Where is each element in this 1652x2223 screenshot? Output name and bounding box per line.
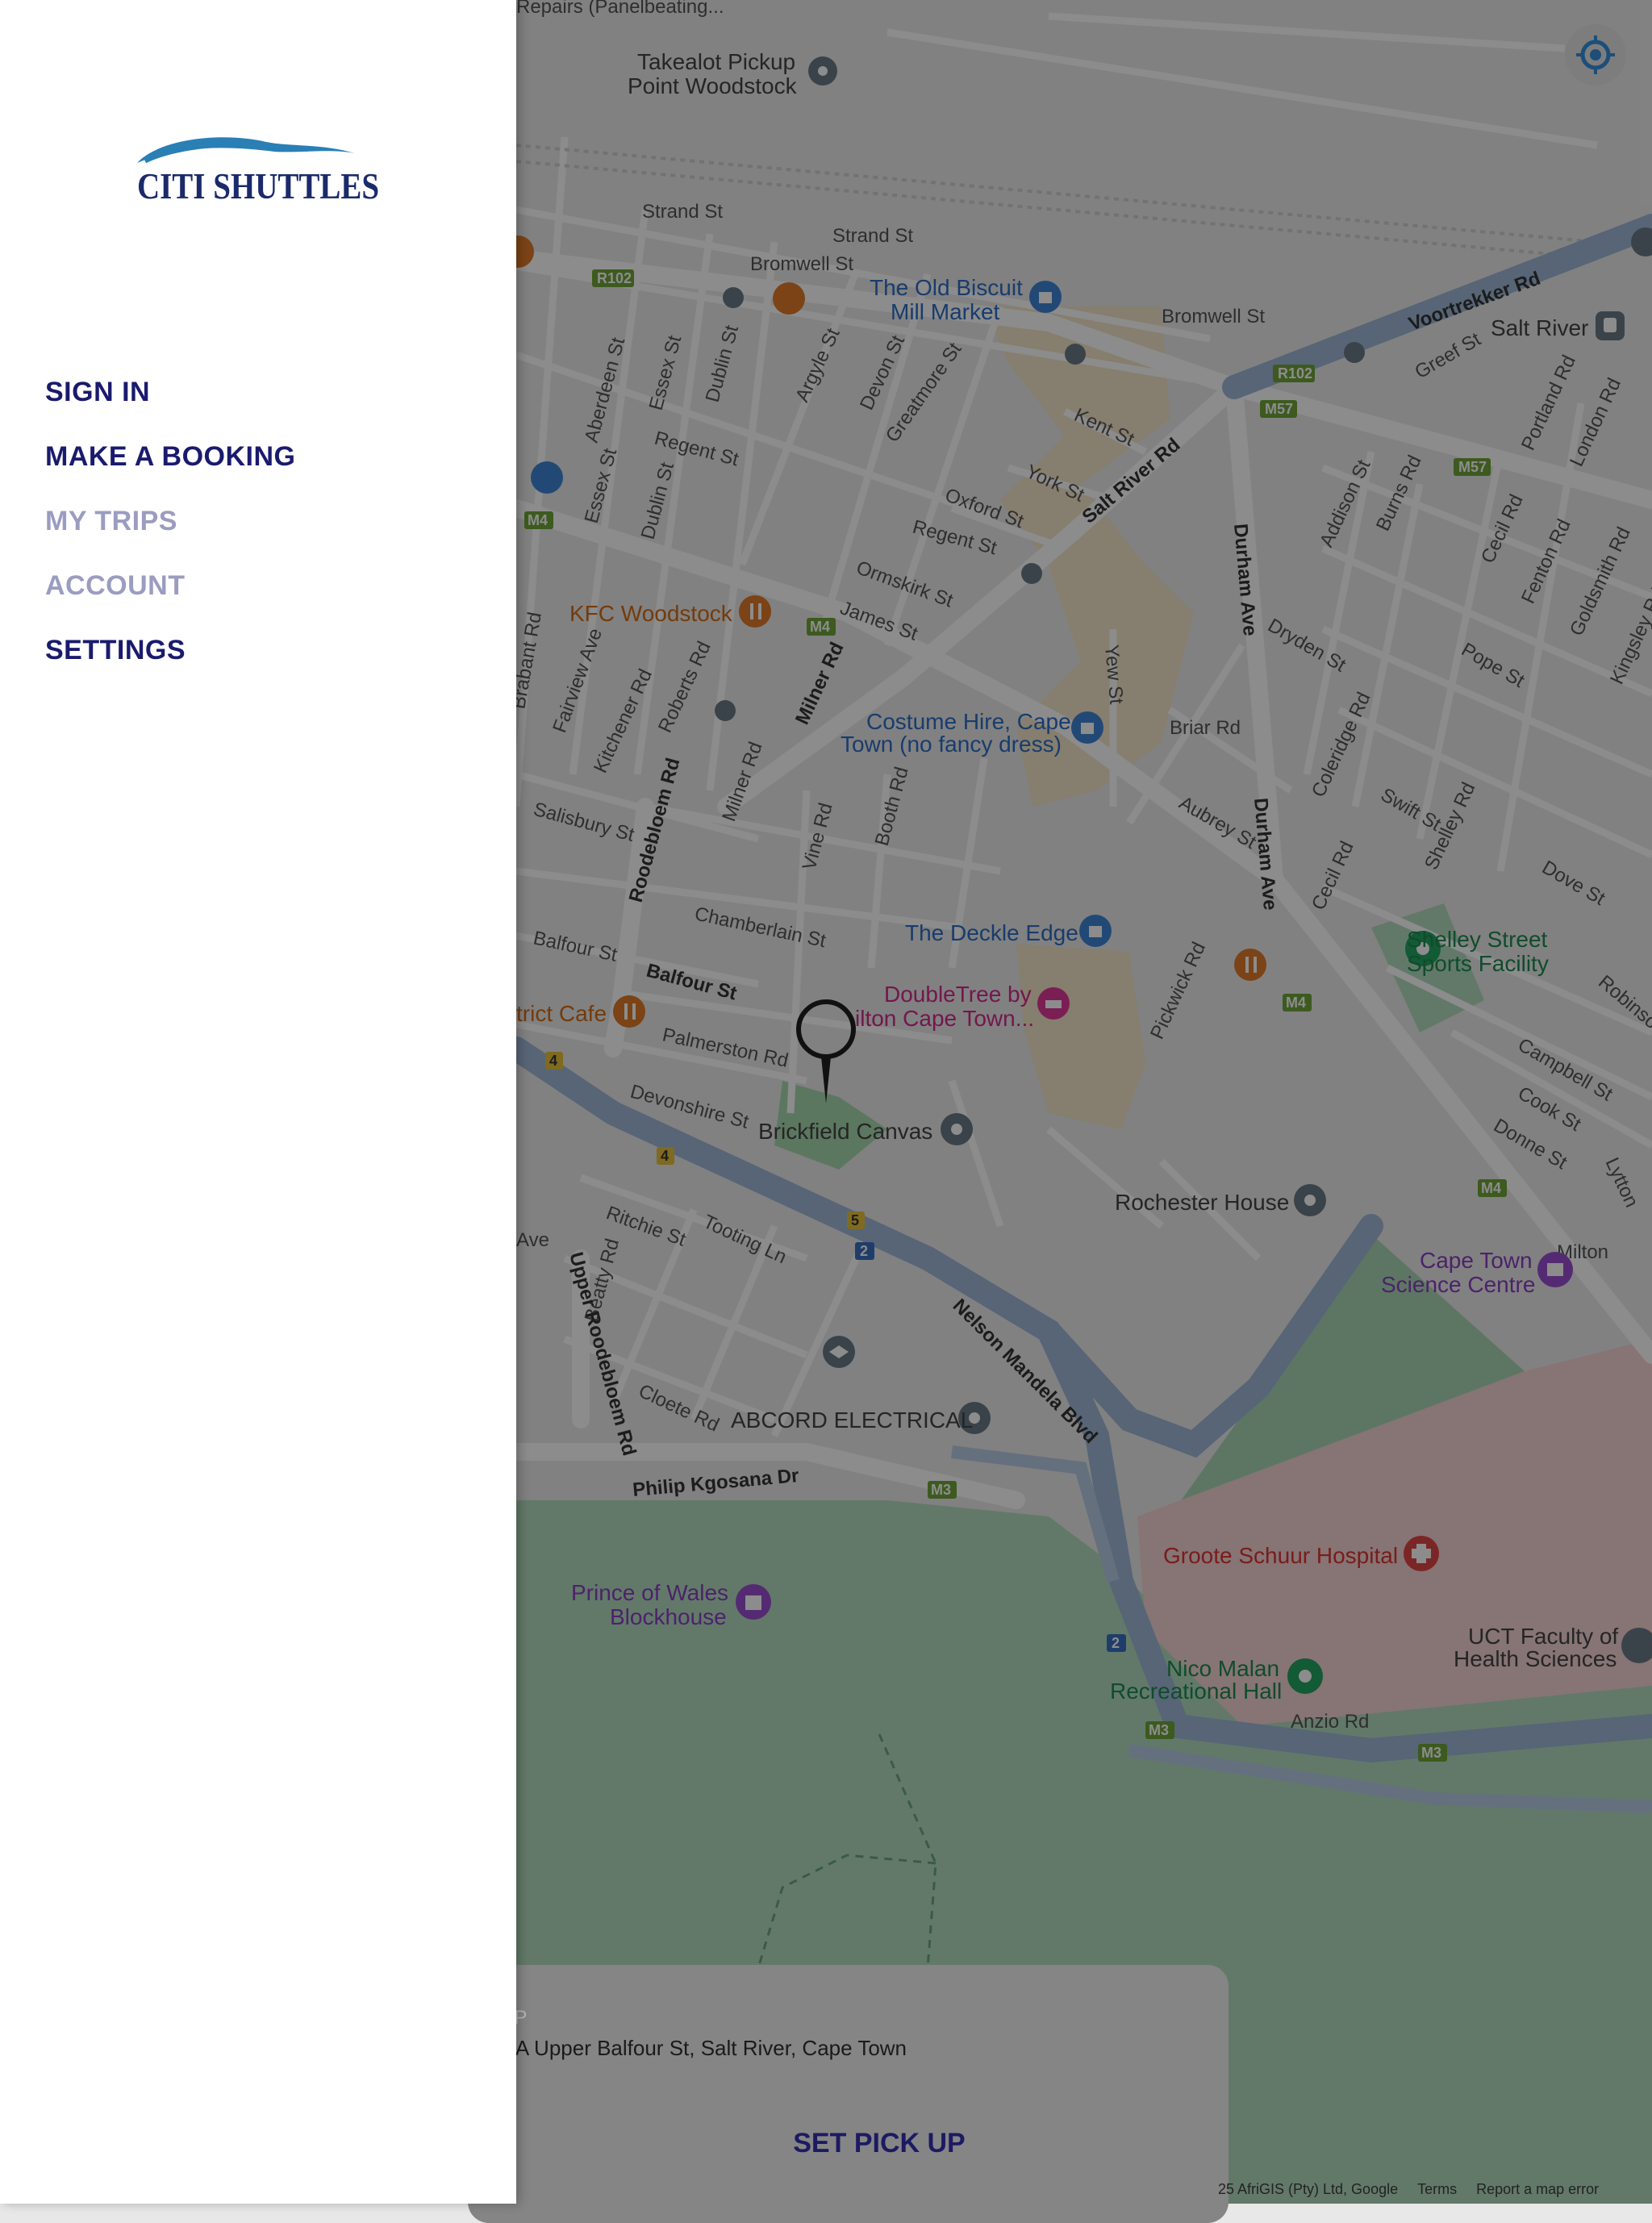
bus-stop-icon — [715, 700, 736, 721]
citi-shuttles-logo: CITI SHUTTLES — [137, 137, 379, 206]
logo-swoosh — [137, 137, 355, 163]
svg-text:Costume Hire, Cape: Costume Hire, Cape — [866, 709, 1071, 734]
svg-text:UCT Faculty of: UCT Faculty of — [1468, 1624, 1618, 1649]
street-label: Strand St — [642, 201, 723, 223]
road-shield: M3 — [931, 1482, 951, 1498]
restaurant-icon — [613, 995, 645, 1028]
logo-wordmark: CITI SHUTTLES — [137, 165, 379, 206]
svg-text:The Old Biscuit: The Old Biscuit — [870, 275, 1023, 300]
street-label: Briar Rd — [1170, 717, 1241, 739]
navigation-drawer: CITI SHUTTLES SIGN IN MAKE A BOOKING MY … — [0, 0, 516, 2204]
svg-text:Sports Facility: Sports Facility — [1407, 951, 1549, 976]
restaurant-icon — [739, 595, 771, 628]
road-shield: M4 — [1286, 995, 1306, 1011]
svg-text:Science Centre: Science Centre — [1381, 1272, 1535, 1297]
svg-text:Shelley Street: Shelley Street — [1407, 927, 1548, 952]
svg-text:Nico Malan: Nico Malan — [1166, 1656, 1279, 1681]
street-label: Anzio Rd — [1291, 1711, 1369, 1733]
svg-text:The Deckle Edge: The Deckle Edge — [905, 920, 1078, 945]
road-shield: 4 — [549, 1053, 557, 1069]
svg-text:DoubleTree by: DoubleTree by — [884, 982, 1032, 1007]
road-shield: M3 — [1421, 1745, 1441, 1761]
my-location-button[interactable] — [1565, 24, 1626, 86]
road-shield: M4 — [1481, 1180, 1501, 1196]
bus-stop-icon — [1344, 342, 1365, 363]
nav-make-a-booking[interactable]: MAKE A BOOKING — [45, 441, 295, 473]
road-shield: R102 — [1278, 365, 1312, 382]
street-label: Bromwell St — [750, 253, 853, 275]
pickup-card: -UP 06A Upper Balfour St, Salt River, Ca… — [468, 1965, 1229, 2223]
poi-salt-river: Salt River — [1491, 311, 1625, 340]
road-shield: M57 — [1458, 459, 1487, 475]
poi-school — [823, 1336, 855, 1368]
street-label: Strand St — [832, 225, 913, 247]
map-center-pin-icon — [796, 999, 856, 1103]
road-shield: 5 — [851, 1212, 859, 1228]
svg-text:trict Cafe: trict Cafe — [516, 1001, 607, 1026]
svg-text:KFC Woodstock: KFC Woodstock — [569, 601, 733, 626]
svg-text:Cape Town: Cape Town — [1420, 1248, 1533, 1273]
shopping-bag-icon — [531, 461, 563, 494]
svg-text:Prince of Wales: Prince of Wales — [571, 1580, 728, 1605]
road-shield: M4 — [810, 619, 830, 635]
street-label: Bromwell St — [1162, 306, 1265, 327]
road-shield: M57 — [1265, 401, 1293, 417]
svg-text:Recreational Hall: Recreational Hall — [1110, 1679, 1282, 1704]
bus-stop-icon — [1065, 344, 1086, 365]
map-terms-link[interactable]: Terms — [1417, 2181, 1457, 2200]
cocktail-icon — [773, 282, 805, 315]
nav-settings[interactable]: SETTINGS — [45, 635, 186, 666]
map-attribution: 25 AfriGIS (Pty) Ltd, Google Terms Repor… — [1218, 2181, 1599, 2200]
poi-shelley-street-sports: Shelley StreetSports Facility — [1405, 927, 1549, 976]
road-shield: 2 — [860, 1243, 868, 1259]
nav-my-trips: MY TRIPS — [45, 506, 177, 536]
svg-text:Mill Market: Mill Market — [891, 299, 1000, 324]
nav-sign-in[interactable]: SIGN IN — [45, 377, 150, 408]
svg-text:Salt River: Salt River — [1491, 315, 1588, 340]
street-label: Repairs (Panelbeating... — [516, 0, 724, 18]
crosshair-icon — [1576, 35, 1615, 74]
svg-text:Takealot Pickup: Takealot Pickup — [637, 49, 795, 74]
nav-account: ACCOUNT — [45, 570, 186, 601]
road-shield: 2 — [1112, 1635, 1120, 1651]
svg-text:ABCORD ELECTRICAL: ABCORD ELECTRICAL — [731, 1408, 973, 1433]
svg-text:Town (no fancy dress): Town (no fancy dress) — [841, 732, 1062, 757]
set-pickup-button[interactable]: SET PICK UP — [710, 2115, 1049, 2171]
road-shield: M4 — [528, 512, 548, 528]
restaurant-icon — [1234, 949, 1266, 981]
report-map-error-link[interactable]: Report a map error — [1476, 2181, 1599, 2200]
bus-stop-icon — [1021, 563, 1042, 584]
pickup-address[interactable]: 06A Upper Balfour St, Salt River, Cape T… — [492, 2036, 907, 2061]
road-shield: M3 — [1149, 1722, 1169, 1738]
svg-text:ilton Cape Town...: ilton Cape Town... — [855, 1006, 1034, 1031]
svg-text:Groote Schuur Hospital: Groote Schuur Hospital — [1163, 1543, 1398, 1568]
svg-text:Point Woodstock: Point Woodstock — [628, 73, 798, 98]
bus-stop-icon — [723, 287, 744, 308]
svg-text:Rochester House: Rochester House — [1115, 1190, 1289, 1215]
road-shield: 4 — [661, 1148, 669, 1164]
svg-text:Brickfield Canvas: Brickfield Canvas — [758, 1119, 932, 1144]
street-label: Ave — [516, 1229, 549, 1251]
svg-text:Health Sciences: Health Sciences — [1454, 1646, 1617, 1671]
road-shield: R102 — [597, 270, 632, 286]
map-copyright: 25 AfriGIS (Pty) Ltd, Google — [1218, 2181, 1399, 2197]
poi-restaurant-durham — [1234, 949, 1266, 981]
svg-text:Blockhouse: Blockhouse — [610, 1604, 727, 1629]
